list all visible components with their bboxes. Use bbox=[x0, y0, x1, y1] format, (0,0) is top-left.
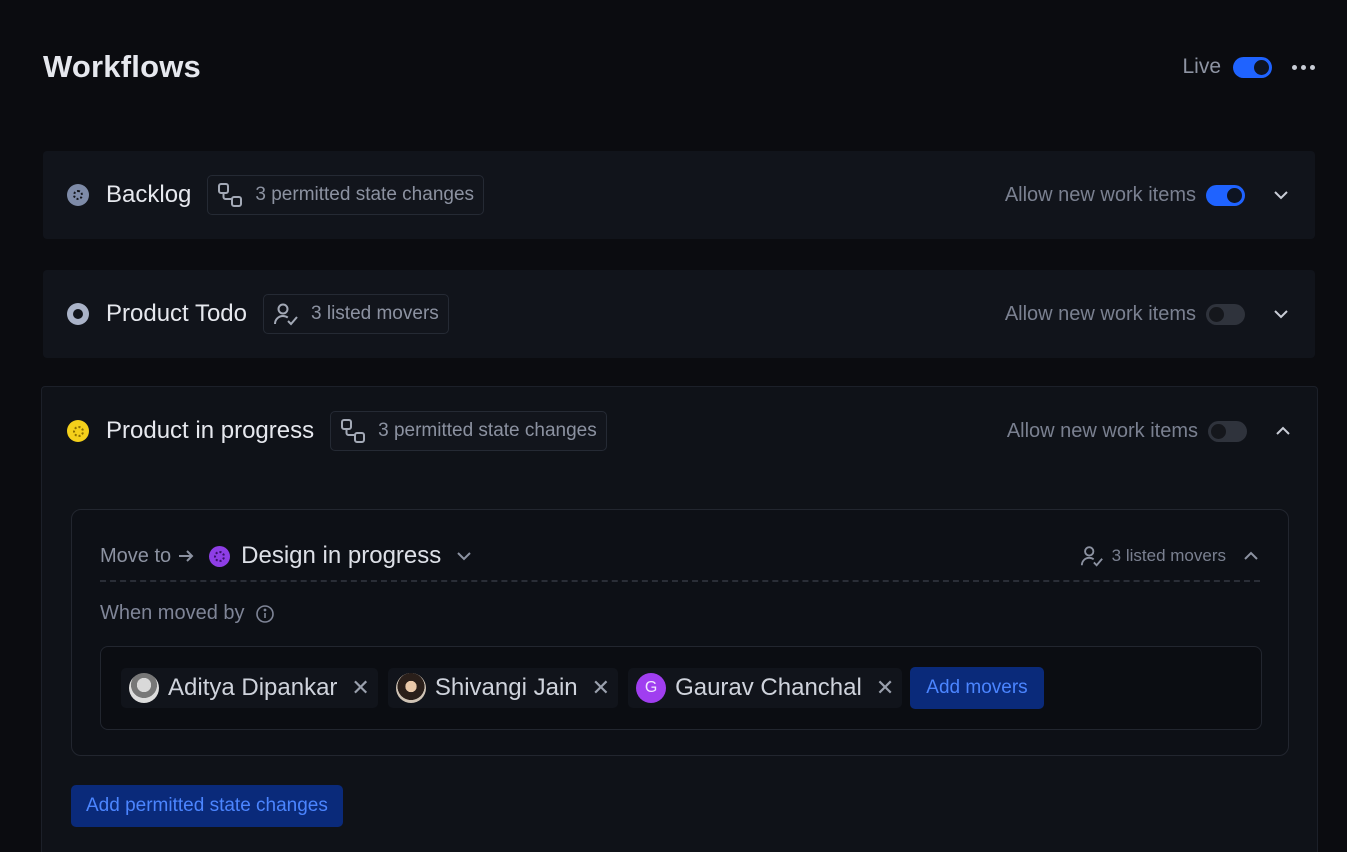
avatar: G bbox=[636, 673, 667, 703]
state-card-product-todo: Product Todo 3 listed movers Allow new w… bbox=[43, 270, 1315, 358]
mover-chip: Aditya Dipankar ✕ bbox=[121, 668, 378, 708]
todo-state-icon bbox=[67, 303, 89, 325]
state-header-product-in-progress[interactable]: Product in progress 3 permitted state ch… bbox=[42, 387, 1317, 475]
allow-new-items-label: Allow new work items bbox=[1004, 302, 1196, 325]
pill-text: 3 listed movers bbox=[311, 303, 439, 324]
chevron-down-icon[interactable] bbox=[455, 547, 473, 565]
state-changes-icon bbox=[341, 419, 366, 443]
live-toggle[interactable] bbox=[1233, 56, 1272, 78]
state-card-backlog: Backlog 3 permitted state changes Allow … bbox=[43, 151, 1315, 239]
allow-new-items-toggle[interactable] bbox=[1206, 303, 1245, 325]
transition-card: Move to Design in progress 3 listed move… bbox=[71, 509, 1289, 756]
arrow-right-icon bbox=[179, 550, 194, 562]
pill-text: 3 permitted state changes bbox=[255, 184, 475, 205]
allow-new-items-toggle[interactable] bbox=[1206, 184, 1245, 206]
permitted-changes-pill[interactable]: 3 permitted state changes bbox=[330, 411, 607, 451]
allow-new-items-toggle[interactable] bbox=[1208, 420, 1247, 442]
close-icon[interactable]: ✕ bbox=[876, 677, 894, 699]
mover-name: Aditya Dipankar bbox=[168, 674, 338, 701]
state-name: Product in progress bbox=[106, 417, 315, 444]
state-header-backlog[interactable]: Backlog 3 permitted state changes Allow … bbox=[43, 151, 1315, 239]
mover-chip: G Gaurav Chanchal ✕ bbox=[628, 668, 903, 708]
close-icon[interactable]: ✕ bbox=[592, 677, 610, 699]
ellipsis-icon[interactable] bbox=[1292, 57, 1315, 77]
page-title: Workflows bbox=[43, 49, 201, 84]
in-progress-state-icon bbox=[67, 420, 89, 442]
move-to-text: Move to bbox=[100, 544, 172, 567]
chevron-up-icon[interactable] bbox=[1242, 547, 1260, 565]
add-permitted-state-changes-button[interactable]: Add permitted state changes bbox=[71, 785, 343, 827]
listed-movers-pill[interactable]: 3 listed movers bbox=[263, 294, 449, 334]
state-name: Backlog bbox=[106, 181, 192, 208]
target-state-select[interactable]: Design in progress bbox=[241, 542, 441, 570]
avatar bbox=[395, 673, 426, 703]
mover-chip: Shivangi Jain ✕ bbox=[387, 668, 619, 708]
state-name: Product Todo bbox=[106, 300, 247, 327]
live-label: Live bbox=[1182, 55, 1221, 78]
user-check-icon bbox=[1080, 546, 1103, 567]
info-icon[interactable] bbox=[255, 604, 275, 624]
chevron-down-icon[interactable] bbox=[1271, 185, 1291, 205]
add-movers-button[interactable]: Add movers bbox=[910, 667, 1044, 709]
design-state-icon bbox=[209, 545, 231, 567]
chevron-up-icon[interactable] bbox=[1273, 421, 1293, 441]
state-header-product-todo[interactable]: Product Todo 3 listed movers Allow new w… bbox=[43, 270, 1315, 358]
mover-name: Shivangi Jain bbox=[434, 674, 578, 701]
pill-text: 3 permitted state changes bbox=[378, 420, 597, 441]
when-moved-by-label: When moved by bbox=[100, 602, 245, 624]
chevron-down-icon[interactable] bbox=[1271, 304, 1291, 324]
movers-summary: 3 listed movers bbox=[1111, 546, 1226, 565]
state-card-product-in-progress: Product in progress 3 permitted state ch… bbox=[41, 386, 1318, 852]
when-moved-by-row: When moved by bbox=[100, 602, 275, 625]
user-check-icon bbox=[274, 303, 298, 326]
movers-input[interactable]: Aditya Dipankar ✕ Shivangi Jain ✕ G Gaur… bbox=[100, 646, 1262, 730]
transition-header: Move to Design in progress 3 listed move… bbox=[100, 532, 1260, 582]
mover-name: Gaurav Chanchal bbox=[675, 674, 862, 701]
permitted-changes-pill[interactable]: 3 permitted state changes bbox=[207, 175, 485, 215]
move-to-label: Move to bbox=[100, 545, 195, 568]
allow-new-items-label: Allow new work items bbox=[1006, 419, 1198, 442]
avatar bbox=[129, 673, 159, 703]
close-icon[interactable]: ✕ bbox=[351, 677, 369, 699]
header-actions: Live bbox=[1182, 52, 1315, 82]
backlog-state-icon bbox=[67, 184, 89, 206]
state-changes-icon bbox=[218, 183, 243, 207]
allow-new-items-label: Allow new work items bbox=[1004, 183, 1196, 206]
